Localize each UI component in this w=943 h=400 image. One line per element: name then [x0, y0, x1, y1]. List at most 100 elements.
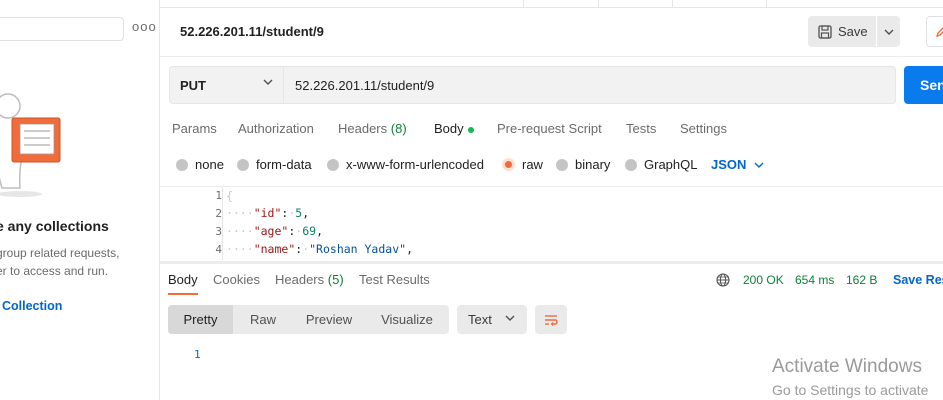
- tab-authorization[interactable]: Authorization: [238, 121, 314, 136]
- response-size[interactable]: 162 B: [846, 273, 877, 287]
- windows-activation-watermark-subtext: Go to Settings to activate: [772, 382, 929, 398]
- response-tab-headers-label: Headers: [275, 272, 325, 287]
- view-visualize-button[interactable]: Visualize: [365, 305, 449, 334]
- body-type-none-label: none: [195, 157, 224, 172]
- empty-collections-illustration: [0, 93, 61, 197]
- body-language-dropdown[interactable]: JSON: [711, 157, 764, 172]
- radio-icon: [625, 158, 637, 171]
- code-line: ····"name":·"Roshan Yadav",: [226, 242, 413, 256]
- response-tab-test-results[interactable]: Test Results: [359, 272, 430, 287]
- tab-divider: [598, 0, 599, 8]
- tab-tests[interactable]: Tests: [626, 121, 656, 136]
- radio-icon: [176, 158, 188, 171]
- chevron-down-icon: [884, 29, 893, 35]
- response-format-label: Text: [468, 312, 492, 327]
- body-type-binary[interactable]: binary: [556, 157, 610, 172]
- body-type-binary-label: binary: [575, 157, 611, 172]
- chevron-down-icon: [754, 162, 764, 168]
- windows-activation-watermark: Activate Windows: [772, 356, 922, 377]
- tab-divider: [523, 0, 524, 8]
- globe-icon[interactable]: [716, 273, 730, 287]
- chevron-down-icon: [263, 79, 273, 85]
- active-tab-indicator: [168, 293, 198, 295]
- radio-selected-icon: [502, 158, 515, 171]
- pane-resize-handle[interactable]: [160, 261, 943, 264]
- tab-body[interactable]: Body: [434, 121, 474, 136]
- empty-collections-description-2: er to access and run.: [0, 264, 109, 278]
- response-view-selector: Pretty Raw Preview Visualize: [168, 305, 449, 334]
- http-method-label: PUT: [180, 77, 206, 93]
- response-tab-body[interactable]: Body: [168, 272, 198, 287]
- radio-icon: [327, 158, 339, 171]
- edit-button[interactable]: [926, 16, 943, 47]
- tab-divider: [766, 0, 767, 8]
- json-key: "id": [253, 206, 282, 220]
- line-number: 4: [215, 243, 222, 256]
- sidebar-search-input[interactable]: [0, 17, 124, 41]
- json-value: 5: [295, 206, 303, 220]
- json-key: "name": [253, 242, 296, 256]
- body-language-label: JSON: [711, 157, 747, 172]
- tab-headers-label: Headers: [338, 121, 388, 136]
- response-tab-cookies[interactable]: Cookies: [213, 272, 260, 287]
- url-input[interactable]: 52.226.201.11/student/9: [284, 66, 896, 104]
- body-type-none[interactable]: none: [176, 157, 224, 172]
- body-type-urlencoded[interactable]: x-www-form-urlencoded: [327, 157, 484, 172]
- send-button[interactable]: Send: [904, 66, 943, 104]
- body-type-graphql-label: GraphQL: [644, 157, 698, 172]
- body-type-raw-label: raw: [522, 157, 543, 172]
- chevron-down-icon: [505, 315, 515, 321]
- postman-window: ooo e any collections group related requ…: [0, 0, 943, 400]
- line-number: 1: [215, 189, 222, 202]
- send-button-label: Send: [920, 77, 943, 93]
- body-indicator-dot: [467, 126, 474, 133]
- view-pretty-button[interactable]: Pretty: [168, 305, 233, 334]
- body-type-raw[interactable]: raw: [502, 157, 543, 172]
- request-title[interactable]: 52.226.201.11/student/9: [180, 24, 324, 39]
- header-divider: [160, 56, 943, 57]
- save-button-label: Save: [838, 24, 868, 39]
- body-type-urlencoded-label: x-www-form-urlencoded: [346, 157, 484, 172]
- body-type-form-data-label: form-data: [256, 157, 312, 172]
- more-options-icon[interactable]: ooo: [132, 19, 157, 34]
- response-format-dropdown[interactable]: Text: [457, 305, 527, 334]
- wrap-lines-button[interactable]: [535, 305, 567, 334]
- wrap-lines-icon: [545, 314, 558, 326]
- view-raw-button[interactable]: Raw: [233, 305, 293, 334]
- view-preview-button[interactable]: Preview: [293, 305, 365, 334]
- request-body-editor[interactable]: 1 2 3 4 { ····"id":·5, ····"age":·69, ··…: [160, 186, 943, 260]
- save-response-button[interactable]: Save Res: [893, 273, 943, 287]
- radio-icon: [237, 158, 249, 171]
- gutter-separator: [222, 187, 223, 260]
- url-value: 52.226.201.11/student/9: [295, 77, 435, 93]
- tab-headers[interactable]: Headers (8): [338, 121, 407, 136]
- json-key: "age": [253, 224, 289, 238]
- response-status[interactable]: 200 OK: [743, 273, 784, 287]
- response-time[interactable]: 654 ms: [795, 273, 834, 287]
- empty-collections-description: group related requests,: [0, 246, 120, 260]
- tab-settings[interactable]: Settings: [680, 121, 727, 136]
- tab-prerequest-script[interactable]: Pre-request Script: [497, 121, 602, 136]
- body-type-form-data[interactable]: form-data: [237, 157, 312, 172]
- request-tab-strip: [160, 0, 943, 8]
- body-type-graphql[interactable]: GraphQL: [625, 157, 697, 172]
- editor-gutter: 1 2 3 4: [160, 187, 222, 260]
- line-number: 2: [215, 207, 222, 220]
- response-line-number: 1: [194, 348, 201, 361]
- tab-body-label: Body: [434, 121, 464, 136]
- tab-headers-count: (8): [390, 121, 407, 136]
- pencil-icon: [935, 26, 943, 37]
- radio-icon: [556, 158, 568, 171]
- save-options-dropdown[interactable]: [877, 16, 900, 47]
- tab-params[interactable]: Params: [172, 121, 217, 136]
- http-method-select[interactable]: PUT: [169, 66, 284, 104]
- create-collection-link[interactable]: Collection: [2, 299, 62, 313]
- response-tab-headers[interactable]: Headers (5): [275, 272, 344, 287]
- json-value: "Roshan Yadav": [309, 242, 407, 256]
- save-button[interactable]: Save: [808, 16, 876, 47]
- code-line: ····"id":·5,: [226, 206, 310, 220]
- response-tab-headers-count: (5): [327, 272, 344, 287]
- code-line: ····"age":·69,: [226, 224, 323, 238]
- save-icon: [818, 24, 832, 39]
- tab-divider: [672, 0, 673, 8]
